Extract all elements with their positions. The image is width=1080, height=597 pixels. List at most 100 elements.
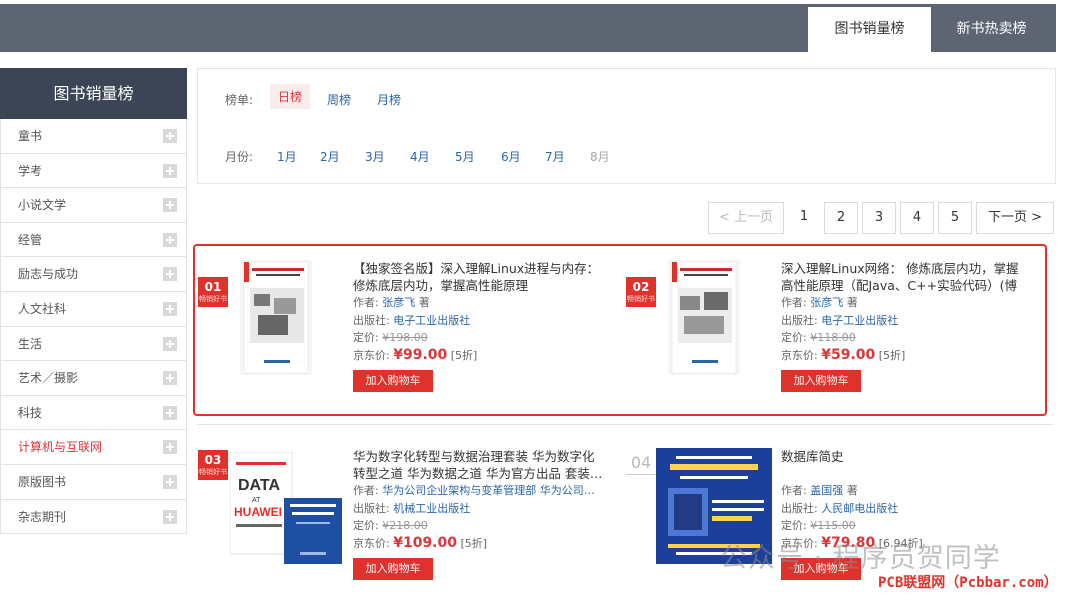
book-title[interactable]: 【独家签名版】深入理解Linux进程与内存：修炼底层内功，掌握高性能原理 — [353, 260, 603, 294]
category-sidebar: 图书销量榜 童书 学考 小说文学 经管 励志与成功 人文社科 生活 艺术／摄影 … — [0, 68, 187, 535]
expand-icon[interactable] — [163, 232, 177, 247]
book-card: 01 畅销好书 【独家签名版】深入理解Linux进程与内存：修炼底层内功，掌握高… — [198, 260, 618, 410]
next-page-button[interactable]: 下一页 > — [976, 202, 1054, 234]
rank-tag: 畅销好书 — [199, 468, 227, 476]
author-label: 作者: — [353, 296, 379, 309]
month-option[interactable]: 1月 — [277, 148, 297, 165]
author-suffix: 著 — [846, 484, 858, 497]
rank-tag: 畅销好书 — [199, 295, 227, 303]
book-card: 02 畅销好书 深入理解Linux网络： 修炼底层内功，掌握高性能原理（配Jav… — [626, 260, 1046, 410]
rank-number: 02 — [632, 280, 650, 294]
book-cover-image[interactable] — [668, 260, 740, 375]
rank-badge: 01 畅销好书 — [198, 277, 228, 307]
tab-new-book-hot[interactable]: 新书热卖榜 — [931, 7, 1052, 52]
sidebar-item[interactable]: 小说文学 — [1, 188, 186, 223]
month-option[interactable]: 5月 — [455, 148, 475, 165]
publisher-label: 出版社: — [781, 501, 818, 515]
jd-price-label: 京东价: — [353, 536, 390, 550]
book-list-price-row: 定价: ¥115.00 — [781, 517, 1031, 535]
month-option[interactable]: 2月 — [320, 148, 340, 165]
discount: [5折] — [450, 348, 478, 362]
expand-icon[interactable] — [163, 440, 177, 455]
book-cover-image[interactable] — [240, 260, 312, 375]
sidebar-item[interactable]: 生活 — [1, 327, 186, 362]
list-price-label: 定价: — [353, 331, 379, 344]
page-button[interactable]: 3 — [862, 202, 896, 234]
author-link[interactable]: 张彦飞 — [382, 296, 415, 309]
sidebar-item[interactable]: 人文社科 — [1, 292, 186, 327]
month-option[interactable]: 6月 — [501, 148, 521, 165]
tab-book-sales-rank[interactable]: 图书销量榜 — [808, 7, 931, 52]
rank-number: 03 — [204, 453, 222, 467]
list-label: 榜单: — [225, 93, 254, 107]
sidebar-item[interactable]: 经管 — [1, 223, 186, 258]
add-to-cart-button[interactable]: 加入购物车 — [781, 370, 861, 392]
sidebar-item[interactable]: 科技 — [1, 396, 186, 431]
sidebar-item-active[interactable]: 计算机与互联网 — [1, 430, 186, 465]
expand-icon[interactable] — [163, 198, 177, 213]
month-option[interactable]: 3月 — [365, 148, 385, 165]
author-link[interactable]: 张彦飞 — [810, 296, 843, 309]
sidebar-title: 图书销量榜 — [0, 68, 187, 119]
publisher-link[interactable]: 机械工业出版社 — [393, 502, 470, 515]
book-author-row: 作者: 张彦飞 著 — [353, 294, 603, 312]
book-info: 华为数字化转型与数据治理套装 华为数字化转型之道 华为数据之道 华为官方出品 套… — [353, 448, 603, 580]
rank-badge: 03 畅销好书 — [198, 450, 228, 480]
page-button[interactable]: 4 — [900, 202, 934, 234]
book-publisher-row: 出版社: 机械工业出版社 — [353, 500, 603, 518]
publisher-link[interactable]: 人民邮电出版社 — [821, 502, 898, 515]
expand-icon[interactable] — [163, 336, 177, 351]
sidebar-item-label: 童书 — [18, 129, 43, 143]
rank-number: 04 — [626, 453, 656, 475]
expand-icon[interactable] — [163, 163, 177, 178]
sidebar-item[interactable]: 艺术／摄影 — [1, 361, 186, 396]
expand-icon[interactable] — [163, 405, 177, 420]
book-cover-image[interactable]: DATA AT HUAWEI — [230, 452, 346, 566]
prev-page-button[interactable]: < 上一页 — [708, 202, 784, 234]
publisher-link[interactable]: 电子工业出版社 — [393, 314, 470, 327]
list-option-monthly[interactable]: 月榜 — [377, 91, 401, 108]
jd-price-label: 京东价: — [353, 348, 390, 362]
sidebar-item[interactable]: 原版图书 — [1, 465, 186, 500]
author-link[interactable]: 华为公司企业架构与变革管理部 — [382, 484, 536, 497]
author-link[interactable]: 华为公司… — [540, 484, 595, 497]
svg-text:AT: AT — [252, 497, 261, 504]
expand-icon[interactable] — [163, 509, 177, 524]
author-link[interactable]: 盖国强 — [810, 484, 843, 497]
list-option-daily[interactable]: 日榜 — [270, 84, 311, 109]
month-option[interactable]: 7月 — [545, 148, 565, 165]
sidebar-item[interactable]: 杂志期刊 — [1, 500, 186, 535]
expand-icon[interactable] — [163, 474, 177, 489]
sidebar-item-label: 经管 — [18, 232, 43, 247]
page-button[interactable]: 5 — [938, 202, 972, 234]
book-title[interactable]: 深入理解Linux网络： 修炼底层内功，掌握高性能原理（配Java、C++实验代… — [781, 260, 1031, 294]
book-jd-price-row: 京东价: ¥109.00 [5折] — [353, 535, 603, 553]
sidebar-item-label: 计算机与互联网 — [18, 440, 103, 455]
list-price-label: 定价: — [781, 519, 807, 532]
sidebar-item[interactable]: 励志与成功 — [1, 257, 186, 292]
publisher-label: 出版社: — [353, 501, 390, 515]
sidebar-item[interactable]: 学考 — [1, 154, 186, 189]
add-to-cart-button[interactable]: 加入购物车 — [353, 558, 433, 580]
page-button[interactable]: 2 — [824, 202, 858, 234]
list-price-label: 定价: — [353, 519, 379, 532]
sidebar-item[interactable]: 童书 — [1, 119, 186, 154]
list-price: ¥118.00 — [810, 331, 856, 344]
expand-icon[interactable] — [163, 371, 177, 386]
expand-icon[interactable] — [163, 129, 177, 143]
add-to-cart-button[interactable]: 加入购物车 — [353, 370, 433, 392]
expand-icon[interactable] — [163, 267, 177, 282]
expand-icon[interactable] — [163, 301, 177, 316]
author-suffix: 著 — [418, 296, 430, 309]
list-price-label: 定价: — [781, 331, 807, 344]
month-option[interactable]: 4月 — [410, 148, 430, 165]
top-nav-bar: 图书销量榜 新书热卖榜 — [0, 4, 1056, 52]
jd-price: ¥59.00 — [821, 346, 876, 363]
publisher-link[interactable]: 电子工业出版社 — [821, 314, 898, 327]
list-option-weekly[interactable]: 周榜 — [327, 91, 351, 108]
book-jd-price-row: 京东价: ¥59.00 [5折] — [781, 347, 1031, 365]
book-publisher-row: 出版社: 电子工业出版社 — [781, 312, 1031, 330]
sidebar-item-label: 科技 — [18, 405, 43, 420]
book-title[interactable]: 数据库简史 — [781, 448, 1031, 465]
book-title[interactable]: 华为数字化转型与数据治理套装 华为数字化转型之道 华为数据之道 华为官方出品 套… — [353, 448, 603, 482]
